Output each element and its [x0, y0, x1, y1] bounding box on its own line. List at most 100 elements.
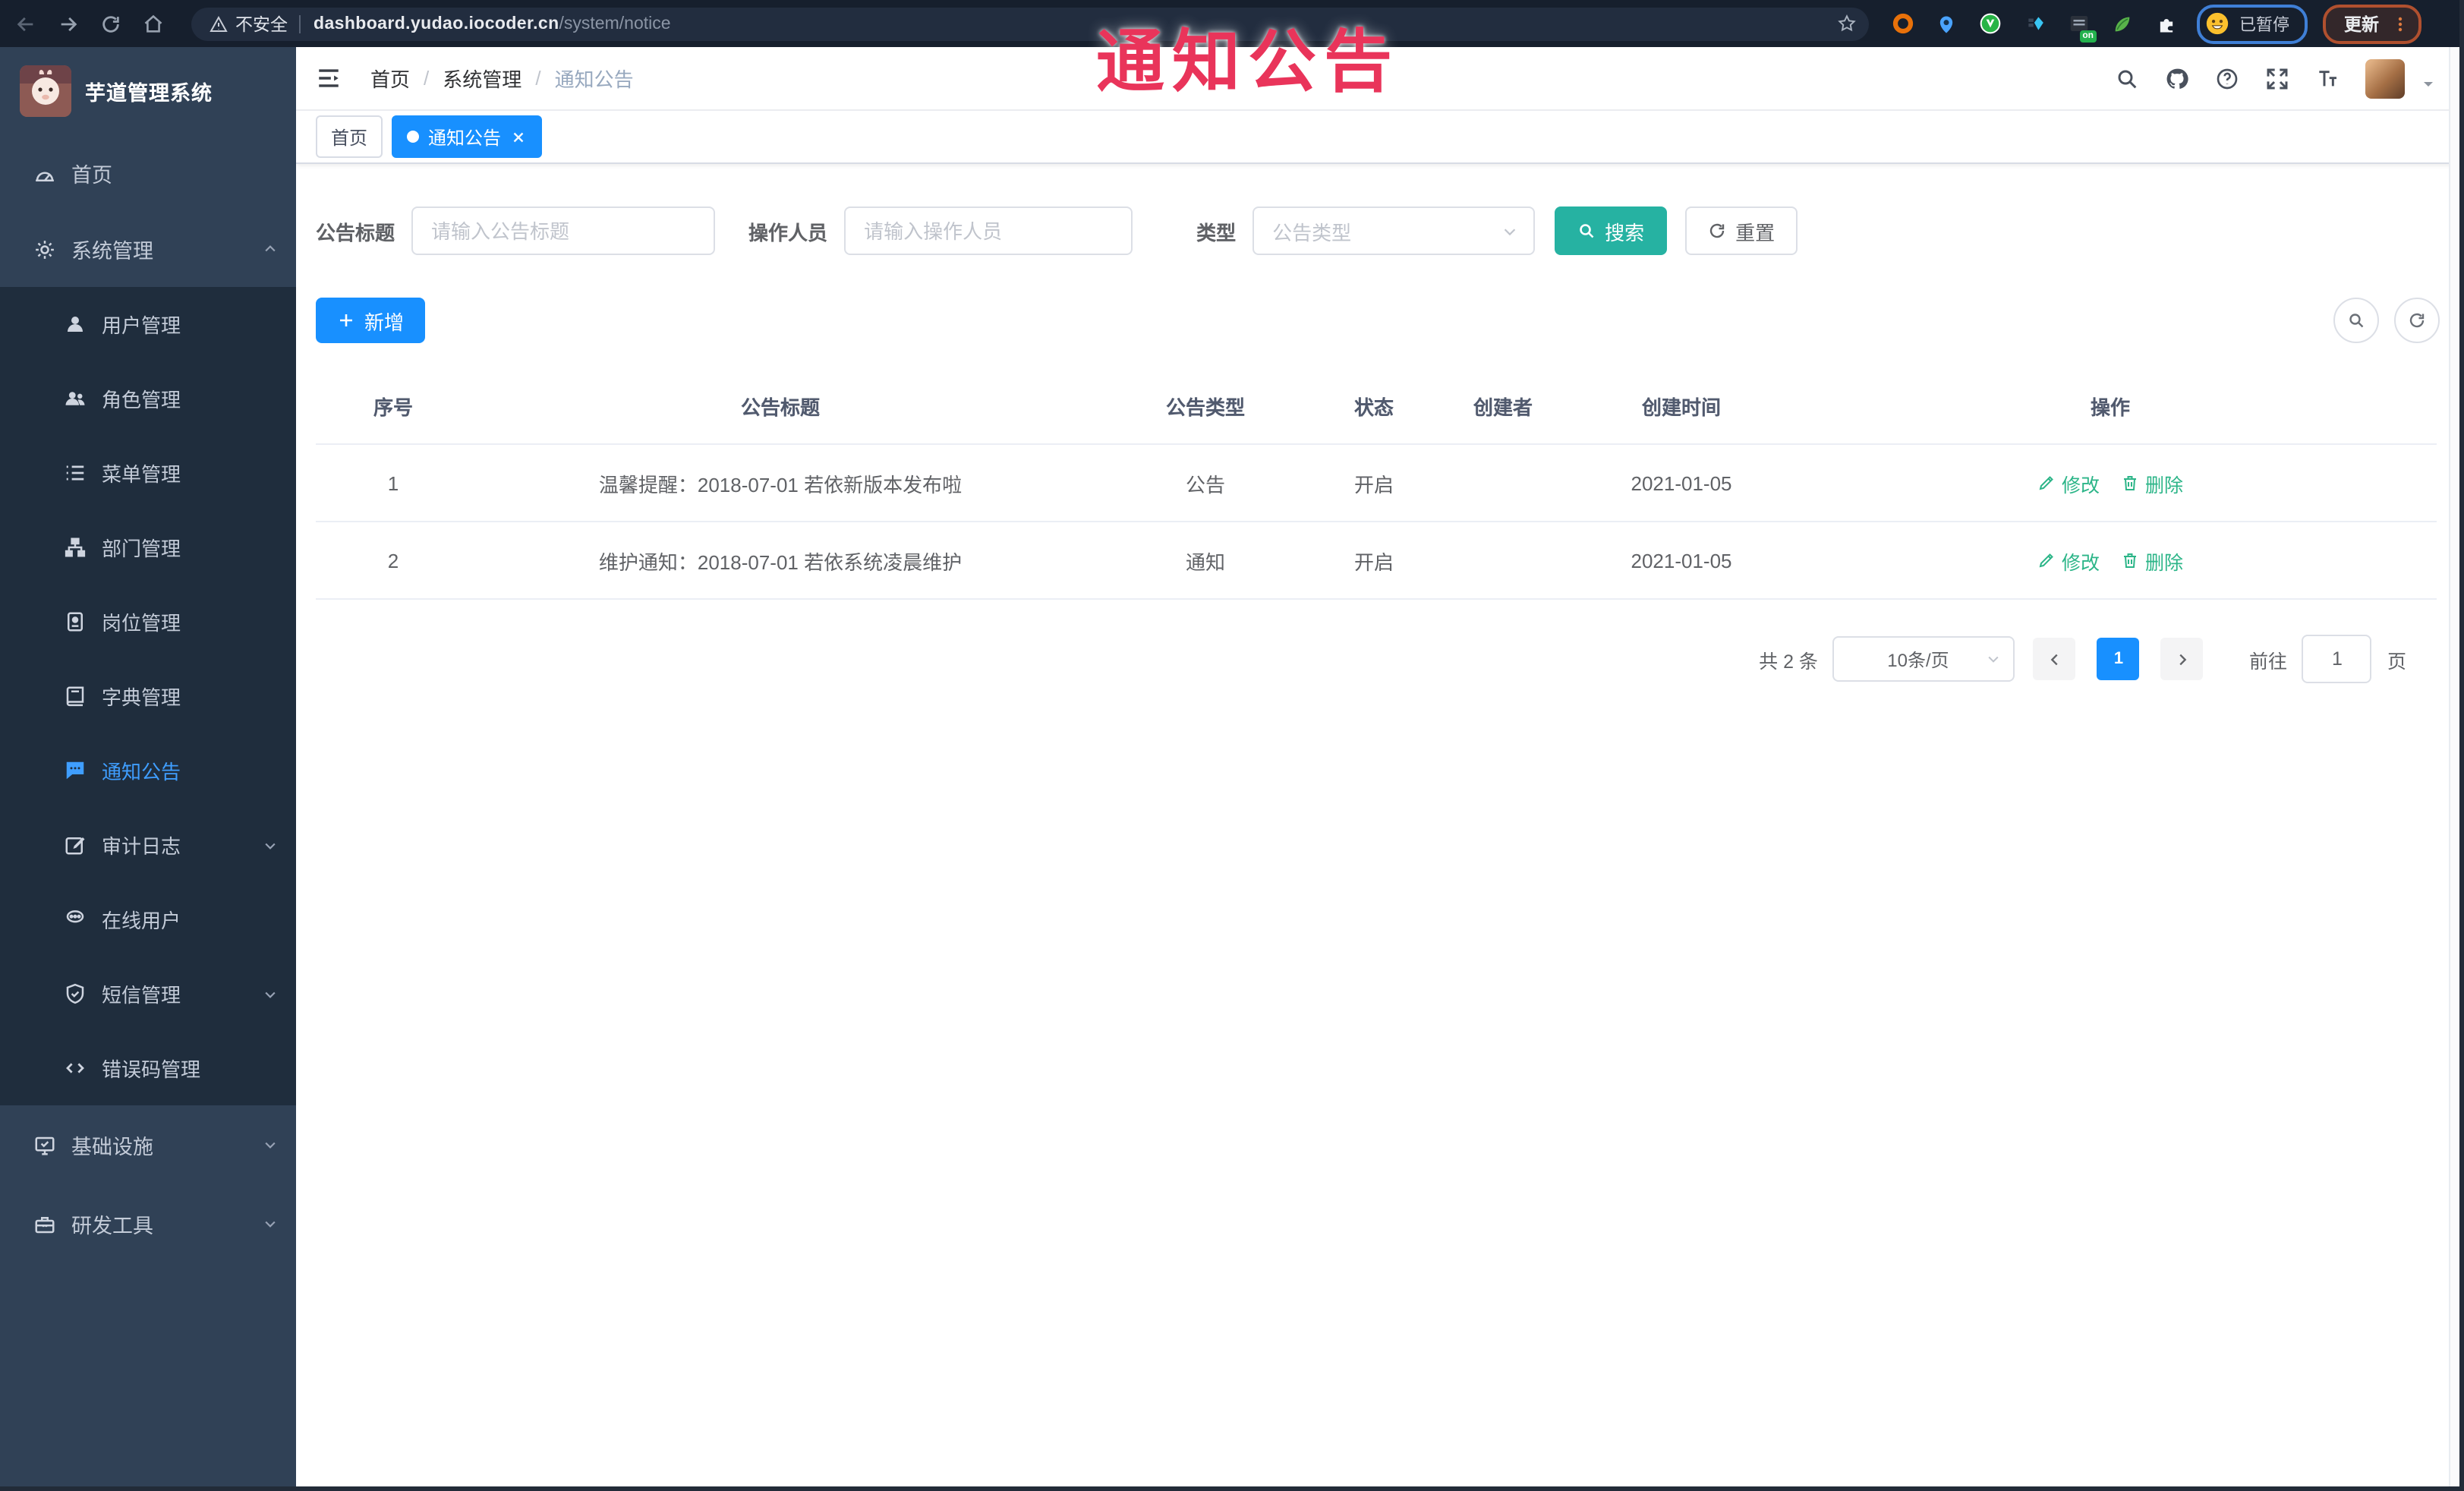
forward-icon[interactable]: [58, 13, 79, 34]
active-tab-dot: [407, 131, 420, 143]
chevron-down-icon: [263, 1137, 278, 1152]
sidebar-item-notice[interactable]: 通知公告: [0, 733, 296, 808]
sidebar-item-label: 研发工具: [71, 1215, 153, 1237]
sidebar-item-users[interactable]: 用户管理: [0, 287, 296, 361]
sidebar-item-infrastructure[interactable]: 基础设施: [0, 1105, 296, 1184]
extensions-puzzle-icon[interactable]: [2154, 11, 2179, 36]
search-button[interactable]: 搜索: [1555, 206, 1668, 255]
browser-update-button[interactable]: 更新: [2323, 4, 2421, 43]
refresh-table-button[interactable]: [2394, 298, 2440, 343]
edit-link[interactable]: 修改: [2037, 546, 2100, 575]
column-header: 公告标题: [740, 396, 820, 419]
sidebar-item-label: 用户管理: [102, 314, 181, 337]
org-tree-icon: [62, 536, 87, 559]
sidebar-item-dev-tools[interactable]: 研发工具: [0, 1184, 296, 1263]
extension-blue-gem-icon[interactable]: [2022, 11, 2047, 36]
cell-title: 温馨提醒：2018-07-01 若依新版本发布啦: [598, 473, 963, 496]
question-circle-icon[interactable]: [2215, 66, 2239, 90]
tab-notice[interactable]: 通知公告: [392, 115, 543, 158]
url-host: dashboard.yudao.iocoder.cn: [314, 14, 559, 33]
prev-page-button[interactable]: [2033, 638, 2076, 680]
sidebar-item-home[interactable]: 首页: [0, 135, 296, 211]
add-button[interactable]: 新增: [316, 298, 426, 343]
window-edge-bottom: [0, 1486, 2464, 1491]
sidebar-item-online-users[interactable]: 在线用户: [0, 882, 296, 957]
bookmark-star-icon[interactable]: [1837, 14, 1857, 33]
home-icon[interactable]: [143, 13, 164, 34]
sidebar-item-dict[interactable]: 字典管理: [0, 659, 296, 733]
sidebar-item-system[interactable]: 系统管理: [0, 211, 296, 287]
page-unit-label: 页: [2387, 651, 2406, 672]
chevron-up-icon: [263, 241, 278, 257]
breadcrumb-system[interactable]: 系统管理: [443, 64, 521, 93]
delete-link[interactable]: 删除: [2121, 546, 2183, 575]
delete-link[interactable]: 删除: [2121, 468, 2183, 497]
extension-location-pin-icon[interactable]: [1934, 11, 1958, 36]
back-icon[interactable]: [15, 13, 36, 34]
github-icon[interactable]: [2165, 66, 2189, 90]
reload-icon[interactable]: [100, 13, 121, 34]
search-form: 公告标题 操作人员 类型 公告类型 搜索: [316, 206, 2440, 255]
browser-menu-icon[interactable]: [2391, 14, 2409, 33]
monitor-check-icon: [32, 1133, 56, 1156]
goto-label: 前往: [2248, 651, 2287, 672]
operator-input[interactable]: [844, 206, 1133, 255]
sidebar-item-posts[interactable]: 岗位管理: [0, 585, 296, 659]
type-select[interactable]: 公告类型: [1252, 206, 1536, 255]
edit-link[interactable]: 修改: [2037, 468, 2100, 497]
header-search-icon[interactable]: [2115, 66, 2139, 90]
chevron-down-icon: [1987, 651, 2002, 667]
close-icon[interactable]: [510, 128, 527, 145]
extension-switch-icon[interactable]: on: [2066, 11, 2097, 42]
font-size-icon[interactable]: [2315, 66, 2340, 90]
plus-icon: [337, 311, 355, 329]
page-size-select[interactable]: 10条/页: [1832, 636, 2015, 682]
sidebar-item-audit-log[interactable]: 审计日志: [0, 808, 296, 882]
sidebar-collapse-icon[interactable]: [316, 65, 342, 91]
main-area: 首页 / 系统管理 / 通知公告 首页 通知公告 公告标题 请输入公告标题 操作…: [296, 47, 2459, 1486]
tab-label: 通知公告: [428, 127, 502, 148]
sidebar-item-menus[interactable]: 菜单管理: [0, 436, 296, 510]
cell-time: 2021-01-05: [1631, 471, 1732, 494]
cell-type: 通知: [1185, 550, 1225, 573]
tab-home[interactable]: 首页: [316, 115, 383, 158]
user-avatar[interactable]: [2365, 58, 2405, 98]
browser-profile-chip[interactable]: 已暂停: [2197, 4, 2308, 43]
title-input[interactable]: [411, 206, 716, 255]
extension-leaf-icon[interactable]: [2110, 11, 2135, 36]
breadcrumb-home[interactable]: 首页: [370, 64, 410, 93]
book-icon: [62, 685, 87, 708]
chevron-down-icon: [263, 1216, 278, 1231]
next-page-button[interactable]: [2160, 638, 2204, 680]
pagination: 共 2 条 10条/页 1 前往 页: [316, 635, 2406, 683]
caret-down-icon[interactable]: [2421, 77, 2435, 91]
edit-log-icon: [62, 834, 87, 856]
address-bar[interactable]: 不安全 dashboard.yudao.iocoder.cn /system/n…: [191, 7, 1869, 40]
extension-orange-ring-icon[interactable]: [1890, 11, 1914, 36]
sidebar-item-label: 菜单管理: [102, 463, 181, 486]
toolbox-icon: [32, 1212, 56, 1235]
profile-status-label: 已暂停: [2239, 16, 2289, 34]
page-scrollbar[interactable]: [2449, 47, 2459, 1486]
browser-nav-controls: [0, 13, 179, 34]
add-button-label: 新增: [364, 310, 405, 333]
sidebar-item-sms[interactable]: 短信管理: [0, 957, 296, 1031]
cell-type: 公告: [1185, 473, 1225, 496]
sidebar-item-roles[interactable]: 角色管理: [0, 361, 296, 436]
url-path: /system/notice: [559, 14, 671, 33]
list-icon: [62, 462, 87, 484]
online-monitor-icon: [62, 908, 87, 931]
fullscreen-icon[interactable]: [2265, 66, 2289, 90]
page-number-button[interactable]: 1: [2097, 638, 2140, 680]
reset-button[interactable]: 重置: [1685, 206, 1798, 255]
gear-icon: [32, 238, 56, 260]
sidebar-item-label: 基础设施: [71, 1136, 153, 1158]
app-logo-row[interactable]: 芋道管理系统: [0, 47, 296, 135]
extension-green-circle-icon[interactable]: [1978, 11, 2002, 36]
sidebar-item-error-codes[interactable]: 错误码管理: [0, 1031, 296, 1105]
goto-page-input[interactable]: [2302, 635, 2372, 683]
extensions-row: on: [1890, 11, 2179, 42]
toggle-search-button[interactable]: [2333, 298, 2379, 343]
sidebar-item-departments[interactable]: 部门管理: [0, 510, 296, 585]
window-edge-right: [2459, 0, 2464, 1491]
